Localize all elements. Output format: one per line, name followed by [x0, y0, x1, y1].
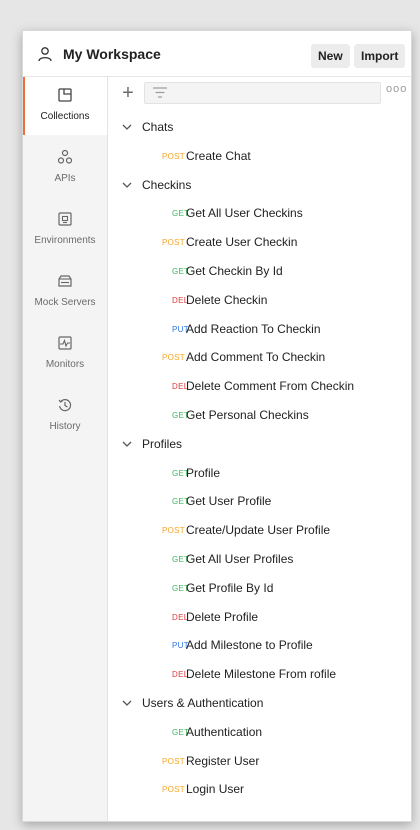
request-row[interactable]: GET Profile	[108, 459, 411, 487]
request-name: Add Milestone to Profile	[186, 638, 313, 653]
request-row[interactable]: POST Add Comment To Checkin	[108, 343, 411, 371]
more-options-button[interactable]: ooo	[386, 83, 407, 95]
workspace-header: My Workspace New Import	[23, 31, 411, 77]
environments-icon	[58, 212, 72, 226]
request-name: Profile	[186, 465, 221, 480]
request-row[interactable]: DEL Delete Milestone From rofile	[108, 660, 411, 688]
request-name: Get All User Checkins	[186, 206, 303, 221]
method-badge: POST	[162, 756, 185, 766]
chevron-down-icon[interactable]	[122, 699, 132, 707]
sidebar-item-label: APIs	[54, 173, 76, 184]
folder-row[interactable]: Users & Authentication	[108, 689, 411, 717]
sidebar-item-label: Collections	[40, 111, 90, 122]
request-name: Login User	[186, 782, 245, 797]
request-row[interactable]: POST Login User	[108, 775, 411, 803]
folder-row[interactable]: Checkins	[108, 171, 411, 199]
sidebar-item-label: Monitors	[45, 359, 85, 370]
request-name: Create/Update User Profile	[186, 523, 331, 538]
request-name: Create Chat	[186, 148, 251, 163]
sidebar-item-collections[interactable]: Collections	[23, 77, 107, 135]
request-row[interactable]: DEL Delete Profile	[108, 603, 411, 631]
folder-row[interactable]: Chats	[108, 113, 411, 141]
new-button[interactable]: New	[311, 44, 350, 68]
chevron-down-icon[interactable]	[122, 440, 132, 448]
folder-row[interactable]: Profiles	[108, 430, 411, 458]
request-row[interactable]: POST Create/Update User Profile	[108, 516, 411, 544]
request-name: Register User	[186, 753, 260, 768]
workspace-title[interactable]: My Workspace	[63, 46, 161, 62]
request-name: Get User Profile	[186, 494, 272, 509]
folder-name: Profiles	[142, 436, 183, 451]
mock-servers-icon	[58, 275, 72, 287]
sidebar-item-label: History	[49, 421, 81, 432]
request-row[interactable]: POST Create Chat	[108, 142, 411, 170]
request-name: Create User Checkin	[186, 235, 298, 250]
monitors-icon	[58, 336, 72, 350]
request-row[interactable]: DEL Delete Comment From Checkin	[108, 372, 411, 400]
filter-icon	[153, 87, 167, 98]
request-name: Delete Comment From Checkin	[186, 379, 355, 394]
request-row[interactable]: PUT Add Milestone to Profile	[108, 631, 411, 659]
sidebar-item-history[interactable]: History	[23, 387, 107, 445]
method-badge: POST	[162, 151, 185, 161]
request-row[interactable]: GET Get All User Profiles	[108, 545, 411, 573]
request-row[interactable]: GET Get User Profile	[108, 487, 411, 515]
folder-name: Chats	[142, 120, 174, 134]
request-name: Get Profile By Id	[186, 580, 274, 595]
method-badge: POST	[162, 238, 185, 248]
request-row[interactable]: DEL Delete Checkin	[108, 286, 411, 314]
request-name: Get Personal Checkins	[186, 408, 309, 422]
request-row[interactable]: GET Get Profile By Id	[108, 574, 411, 602]
request-name: Delete Profile	[186, 609, 259, 624]
chevron-down-icon[interactable]	[122, 181, 132, 189]
request-row[interactable]: GET Get Personal Checkins	[108, 401, 411, 429]
request-name: Delete Milestone From rofile	[186, 667, 337, 682]
sidebar-item-monitors[interactable]: Monitors	[23, 325, 107, 383]
sidebar-item-apis[interactable]: APIs	[23, 139, 107, 197]
folder-name: Users & Authentication	[142, 696, 264, 710]
request-name: Get Checkin By Id	[186, 264, 283, 278]
history-icon	[58, 399, 72, 412]
collections-panel: My Workspace New Import Collections APIs	[22, 30, 412, 822]
request-row[interactable]: POST Register User	[108, 747, 411, 775]
request-row[interactable]: POST Create User Checkin	[108, 228, 411, 256]
request-row[interactable]: GET Get Checkin By Id	[108, 257, 411, 285]
sidebar-item-label: Mock Servers	[34, 297, 96, 308]
request-row[interactable]: PUT Add Reaction To Checkin	[108, 315, 411, 343]
request-row[interactable]: GET Get All User Checkins	[108, 199, 411, 227]
apis-icon	[57, 149, 73, 164]
chevron-down-icon[interactable]	[122, 123, 132, 131]
sidebar-item-mock-servers[interactable]: Mock Servers	[23, 263, 107, 321]
request-name: Add Comment To Checkin	[186, 350, 326, 365]
sidebar: Collections APIs Environments Mock Serve…	[23, 77, 108, 821]
request-name: Delete Checkin	[186, 292, 268, 307]
plus-icon[interactable]: +	[120, 83, 136, 103]
folder-name: Checkins	[142, 177, 192, 192]
request-name: Add Reaction To Checkin	[186, 321, 321, 336]
method-badge: POST	[162, 526, 185, 536]
request-name: Authentication	[186, 724, 263, 739]
collections-icon	[58, 88, 72, 102]
filter-input[interactable]	[144, 82, 381, 104]
request-name: Get All User Profiles	[186, 552, 294, 566]
request-row[interactable]: GET Authentication	[108, 718, 411, 746]
user-icon	[38, 47, 52, 62]
sidebar-item-label: Environments	[34, 235, 96, 246]
sidebar-item-environments[interactable]: Environments	[23, 201, 107, 259]
collections-content: + ooo Chats POST Create Chat Checkins GET Get…	[108, 77, 411, 821]
method-badge: POST	[162, 785, 185, 795]
method-badge: POST	[162, 353, 185, 363]
import-button[interactable]: Import	[354, 44, 406, 68]
